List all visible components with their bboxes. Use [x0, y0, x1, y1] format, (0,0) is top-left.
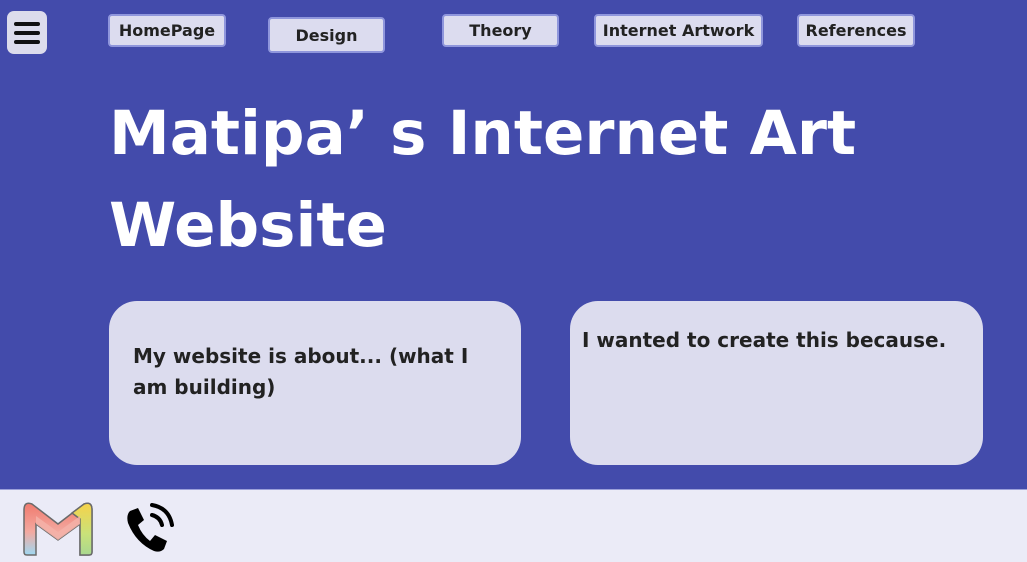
reason-card-text: I wanted to create this because. — [582, 328, 947, 352]
page-title: Matipa’ s Internet Art Website — [109, 98, 857, 261]
menu-bar — [14, 30, 40, 35]
nav-internet-artwork-button[interactable]: Internet Artwork — [594, 14, 763, 47]
menu-bar — [14, 39, 40, 44]
phone-icon[interactable] — [122, 503, 178, 555]
gmail-icon[interactable] — [20, 498, 96, 556]
menu-bar — [14, 21, 40, 26]
nav-design-button[interactable]: Design — [268, 17, 385, 53]
about-card: My website is about... (what I am buildi… — [109, 301, 521, 465]
nav-references-button[interactable]: References — [797, 14, 915, 47]
about-card-text: My website is about... (what I am buildi… — [133, 344, 469, 399]
hamburger-menu-icon[interactable] — [7, 11, 47, 54]
reason-card: I wanted to create this because. — [570, 301, 983, 465]
nav-theory-button[interactable]: Theory — [442, 14, 559, 47]
footer-bar — [0, 489, 1027, 562]
nav-homepage-button[interactable]: HomePage — [108, 14, 226, 47]
